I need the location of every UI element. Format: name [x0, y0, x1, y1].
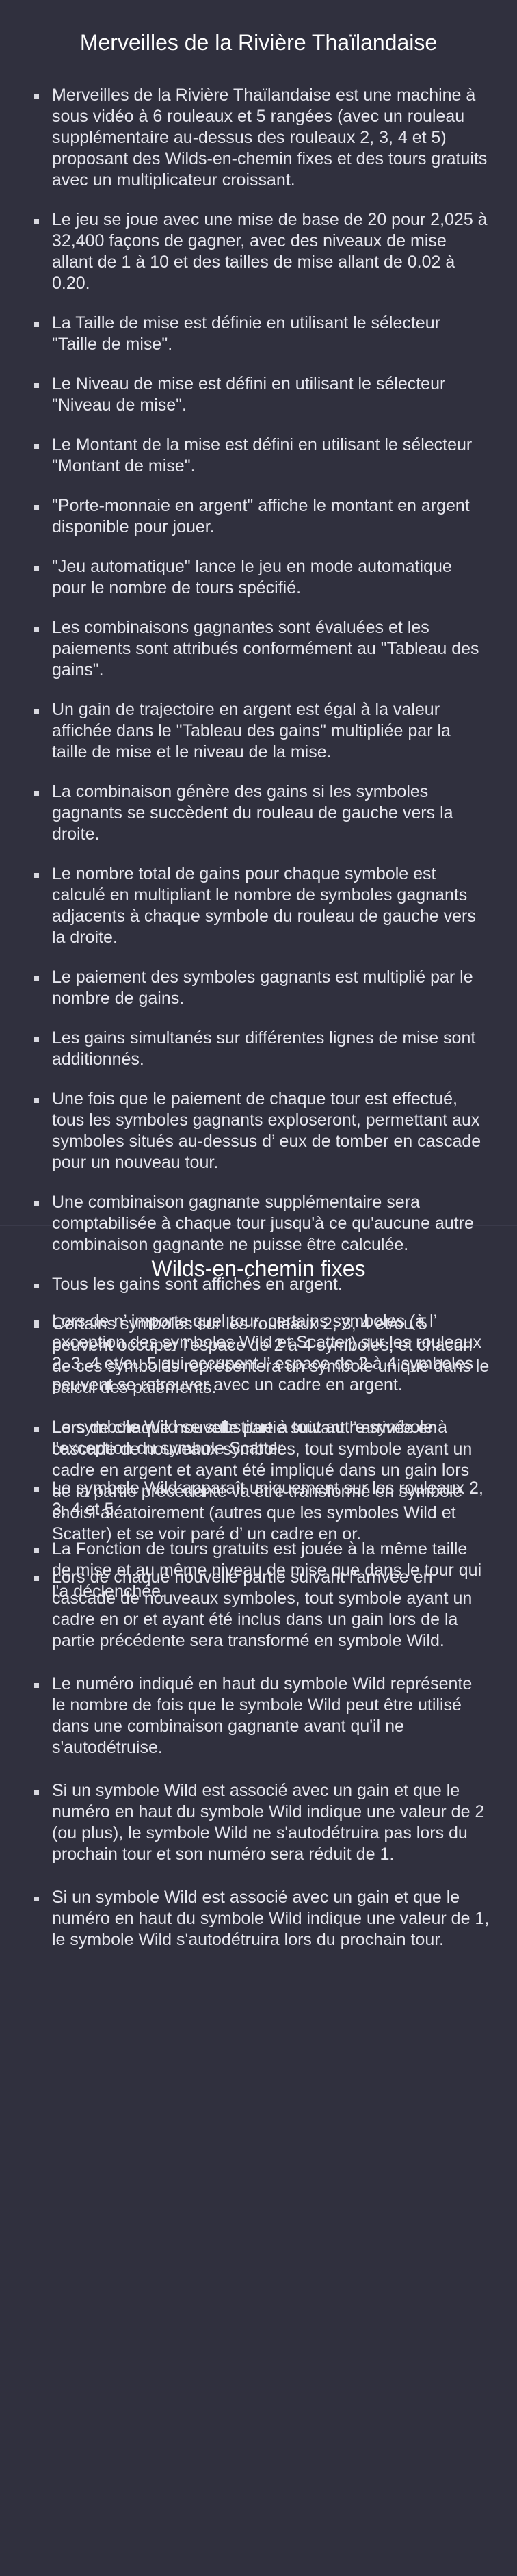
rule-item: Une combinaison gagnante supplémentaire … — [34, 1192, 490, 1256]
rule-item: "Porte-monnaie en argent" affiche le mon… — [34, 495, 490, 538]
rules-list: Lors de n’ importe quel tour, certains s… — [0, 1311, 517, 1951]
rule-item: Le numéro indiqué en haut du symbole Wil… — [34, 1674, 490, 1758]
bullet-icon — [34, 873, 39, 878]
rule-item: Le jeu se joue avec une mise de base de … — [34, 209, 490, 294]
bullet-icon — [34, 383, 39, 388]
bullet-icon — [34, 219, 39, 224]
bullet-icon — [34, 1098, 39, 1103]
bullet-icon — [34, 444, 39, 449]
bullet-icon — [34, 1790, 39, 1795]
game-rules-section: Merveilles de la Rivière Thaïlandaise Me… — [0, 0, 517, 1601]
rule-item: Le Niveau de mise est défini en utilisan… — [34, 374, 490, 416]
rule-item: Une fois que le paiement de chaque tour … — [34, 1089, 490, 1173]
bullet-icon — [34, 94, 39, 99]
bullet-icon — [34, 1037, 39, 1042]
rule-item: Un gain de trajectoire en argent est éga… — [34, 699, 490, 763]
bullet-icon — [34, 627, 39, 632]
rule-item: Lors de chaque nouvelle partie suivant l… — [34, 1567, 490, 1652]
bullet-icon — [34, 791, 39, 796]
bullet-icon — [34, 1897, 39, 1901]
bullet-icon — [34, 1427, 39, 1432]
bullet-icon — [34, 566, 39, 571]
rules-page: Merveilles de la Rivière Thaïlandaise Me… — [0, 0, 517, 2576]
bullet-icon — [34, 1320, 39, 1325]
bullet-icon — [34, 322, 39, 327]
bullet-icon — [34, 976, 39, 981]
rule-item: Le paiement des symboles gagnants est mu… — [34, 967, 490, 1009]
rule-item: La combinaison génère des gains si les s… — [34, 781, 490, 845]
rule-item: La Taille de mise est définie en utilisa… — [34, 313, 490, 355]
bullet-icon — [34, 709, 39, 714]
rule-item: Si un symbole Wild est associé avec un g… — [34, 1887, 490, 1951]
bullet-icon — [34, 1683, 39, 1688]
rule-item: Si un symbole Wild est associé avec un g… — [34, 1780, 490, 1865]
section-title: Merveilles de la Rivière Thaïlandaise — [79, 30, 438, 55]
rule-item: Tous les gains sont affichés en argent. — [34, 1274, 490, 1295]
rule-item: Merveilles de la Rivière Thaïlandaise es… — [34, 85, 490, 191]
rule-item: Les combinaisons gagnantes sont évaluées… — [34, 617, 490, 681]
rule-item: Lors de chaque nouvelle partie suivant l… — [34, 1418, 490, 1545]
rule-item: Lors de n’ importe quel tour, certains s… — [34, 1311, 490, 1396]
rule-item: "Jeu automatique" lance le jeu en mode a… — [34, 556, 490, 599]
rule-item: Le nombre total de gains pour chaque sym… — [34, 863, 490, 948]
rule-item: Le Montant de la mise est défini en util… — [34, 434, 490, 477]
bullet-icon — [34, 1284, 39, 1288]
bullet-icon — [34, 1201, 39, 1206]
bullet-icon — [34, 1576, 39, 1581]
sticky-wilds-section: Wilds-en-chemin fixes Lors de n’ importe… — [0, 1226, 517, 2576]
bullet-icon — [34, 505, 39, 510]
rule-item: Les gains simultanés sur différentes lig… — [34, 1028, 490, 1070]
bullet-icon — [34, 1548, 39, 1553]
